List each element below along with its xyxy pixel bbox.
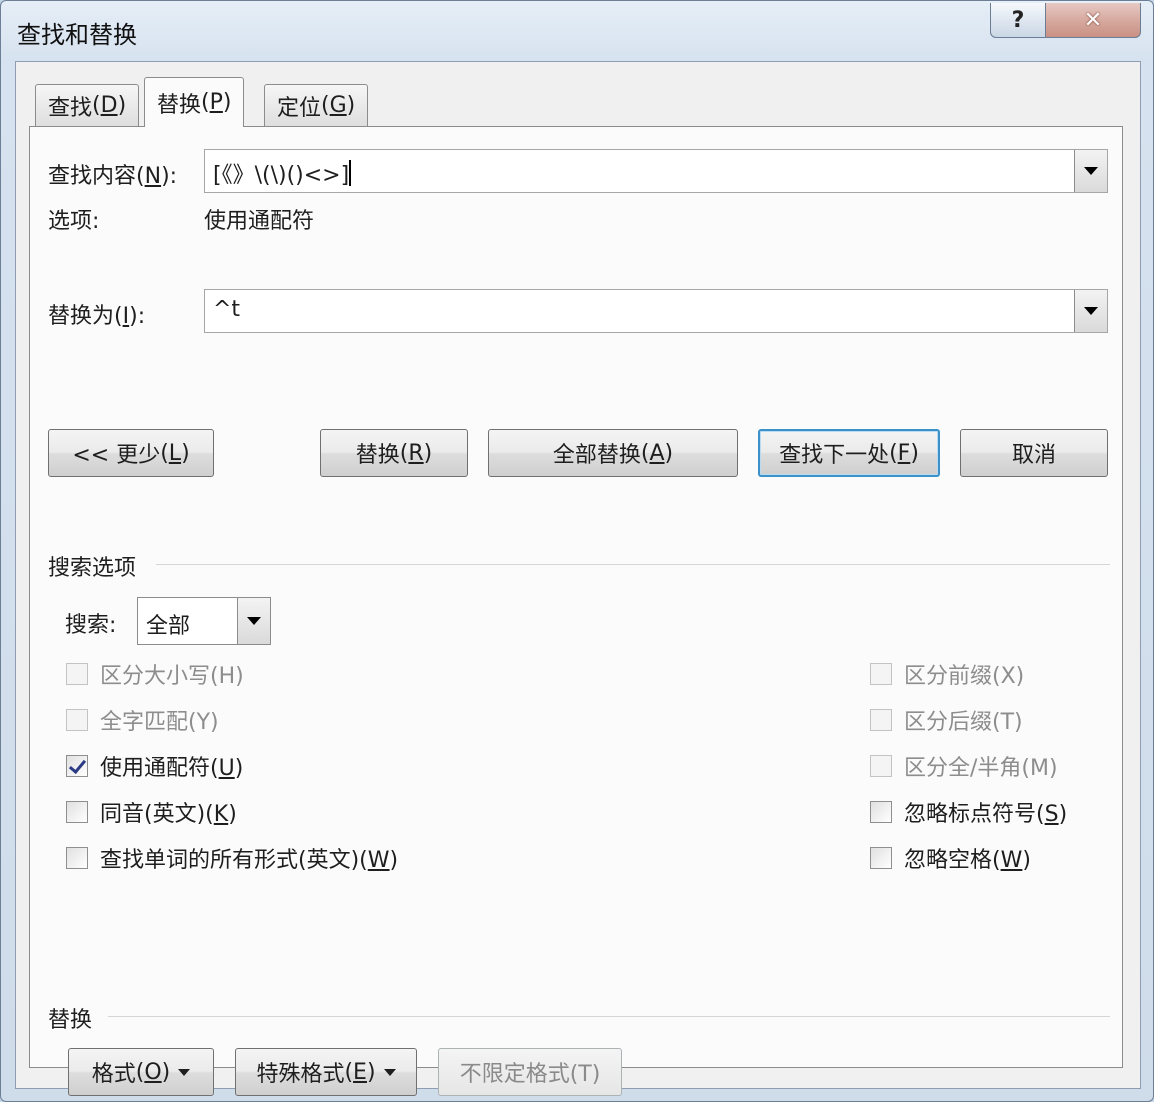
find-what-combobox[interactable]: [《》\(\)()<>] — [204, 149, 1108, 193]
tab-goto[interactable]: 定位(G) — [264, 84, 369, 126]
find-what-dropdown-button[interactable] — [1074, 150, 1107, 192]
replace-all-button[interactable]: 全部替换(A) — [488, 429, 738, 477]
match-case-checkbox[interactable]: 区分大小写(H) — [66, 658, 244, 690]
replace-with-dropdown-button[interactable] — [1074, 290, 1107, 332]
dialog-client-area: 查找(D) 替换(P) 定位(G) 查找内容(N): [《》\(\)()<>] … — [15, 61, 1141, 1096]
text-caret — [349, 160, 352, 186]
search-direction-select[interactable]: 全部 — [137, 597, 271, 645]
find-next-button[interactable]: 查找下一处(F) — [758, 429, 940, 477]
checkbox-box[interactable] — [870, 847, 892, 869]
find-what-input[interactable]: [《》\(\)()<>] — [213, 157, 352, 189]
search-direction-label: 搜索: — [65, 613, 117, 638]
replace-section-heading: 替换 — [48, 1008, 93, 1033]
find-replace-dialog: 查找和替换 ? ✕ 查找(D) 替换(P) 定位(G) 查找内容(N): [《》… — [0, 0, 1154, 1102]
search-options-divider — [156, 564, 1110, 565]
title-bar[interactable]: 查找和替换 ? ✕ — [1, 1, 1153, 57]
cancel-button[interactable]: 取消 — [960, 429, 1108, 477]
all-word-forms-checkbox[interactable]: 查找单词的所有形式(英文)(W) — [66, 842, 398, 874]
checkbox-box[interactable] — [870, 709, 892, 731]
less-button[interactable]: << 更少(L) — [48, 429, 214, 477]
find-what-label: 查找内容(N): — [48, 164, 178, 189]
replace-section-divider — [108, 1016, 1110, 1017]
checkbox-box[interactable] — [66, 847, 88, 869]
checkbox-box[interactable] — [870, 801, 892, 823]
use-wildcards-checkbox[interactable]: 使用通配符(U) — [66, 750, 243, 782]
dropdown-arrow-icon — [178, 1068, 191, 1076]
ignore-punctuation-checkbox[interactable]: 忽略标点符号(S) — [870, 796, 1067, 828]
replace-button[interactable]: 替换(R) — [320, 429, 468, 477]
ignore-whitespace-checkbox[interactable]: 忽略空格(W) — [870, 842, 1031, 874]
tab-replace[interactable]: 替换(P) — [144, 77, 245, 127]
replace-tab-panel: 查找内容(N): [《》\(\)()<>] 选项: 使用通配符 替换为(I): … — [29, 126, 1123, 1096]
chevron-down-icon — [247, 617, 261, 625]
checkbox-box-checked[interactable] — [66, 755, 88, 777]
match-width-checkbox[interactable]: 区分全/半角(M) — [870, 750, 1058, 782]
help-button[interactable]: ? — [990, 3, 1046, 38]
match-suffix-checkbox[interactable]: 区分后缀(T) — [870, 704, 1023, 736]
sounds-like-checkbox[interactable]: 同音(英文)(K) — [66, 796, 237, 828]
format-button[interactable]: 格式(O) — [68, 1048, 214, 1096]
chevron-down-icon — [1084, 307, 1098, 315]
checkbox-box[interactable] — [66, 801, 88, 823]
dropdown-arrow-icon — [383, 1068, 396, 1076]
close-icon: ✕ — [1083, 7, 1103, 33]
no-formatting-button[interactable]: 不限定格式(T) — [438, 1048, 622, 1096]
help-icon: ? — [1011, 7, 1025, 33]
options-label: 选项: — [48, 209, 100, 234]
checkbox-box[interactable] — [870, 663, 892, 685]
search-direction-dropdown-button[interactable] — [237, 598, 270, 644]
tab-find[interactable]: 查找(D) — [35, 84, 140, 126]
checkbox-box[interactable] — [870, 755, 892, 777]
checkbox-box[interactable] — [66, 663, 88, 685]
chevron-down-icon — [1084, 167, 1098, 175]
search-direction-value: 全部 — [146, 614, 191, 639]
options-value: 使用通配符 — [204, 209, 315, 234]
replace-with-label: 替换为(I): — [48, 304, 146, 329]
match-prefix-checkbox[interactable]: 区分前缀(X) — [870, 658, 1024, 690]
replace-with-input[interactable]: ^t — [213, 297, 240, 322]
close-button[interactable]: ✕ — [1045, 3, 1141, 38]
whole-word-checkbox[interactable]: 全字匹配(Y) — [66, 704, 219, 736]
replace-with-combobox[interactable]: ^t — [204, 289, 1108, 333]
dialog-title: 查找和替换 — [17, 21, 137, 49]
special-format-button[interactable]: 特殊格式(E) — [235, 1048, 417, 1096]
search-options-heading: 搜索选项 — [48, 556, 137, 581]
checkbox-box[interactable] — [66, 709, 88, 731]
